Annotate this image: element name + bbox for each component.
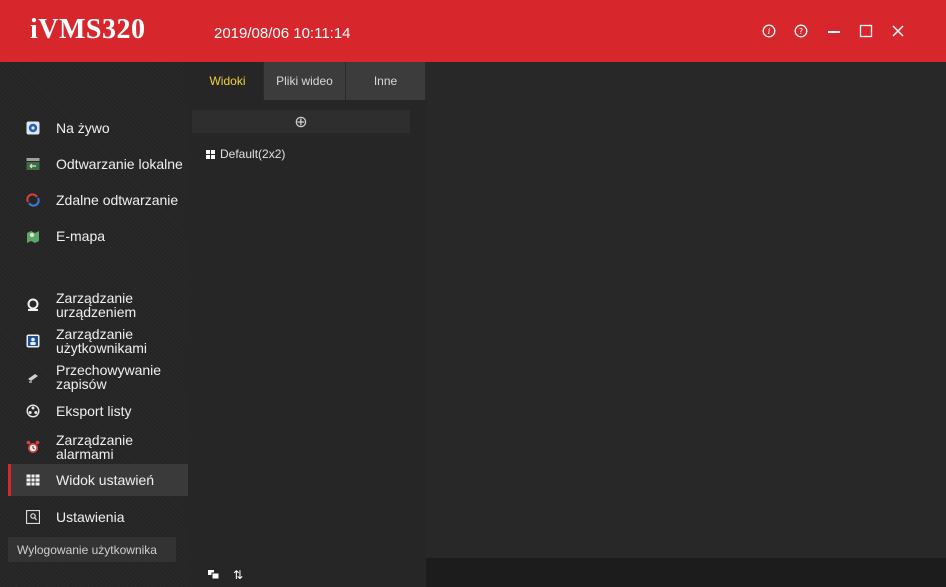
sidebar-item-label: Eksport listy: [56, 403, 132, 419]
live-view-icon: [26, 121, 40, 135]
minimize-icon[interactable]: [823, 20, 845, 42]
sidebar-item-label: Zarządzanie alarmami: [56, 432, 134, 462]
help-icon[interactable]: ?: [790, 20, 812, 42]
local-playback-icon: [26, 157, 40, 171]
tab-other[interactable]: Inne: [346, 62, 426, 100]
main-view-area: [426, 62, 946, 558]
emap-icon: [26, 229, 40, 243]
remote-playback-icon: [26, 193, 40, 207]
user-management-icon: [26, 334, 40, 348]
sidebar-item-label: E-mapa: [56, 228, 106, 244]
close-icon[interactable]: [887, 20, 909, 42]
sidebar-item-label: Widok ustawień: [56, 472, 155, 488]
maximize-icon[interactable]: [855, 20, 877, 42]
sidebar-item-label: Zarządzanie użytkownikami: [56, 326, 148, 356]
panel-tabs: Widoki Pliki wideo Inne: [192, 62, 426, 100]
tab-views[interactable]: Widoki: [192, 62, 264, 100]
sidebar-item-label: Ustawienia: [56, 509, 125, 525]
alarm-management-icon: [26, 440, 40, 454]
about-icon[interactable]: i: [758, 20, 780, 42]
export-list-icon: [26, 404, 40, 418]
sidebar-item-view-settings[interactable]: Widok ustawień: [8, 464, 188, 496]
sidebar-item-settings[interactable]: Ustawienia: [8, 504, 188, 530]
sidebar-item-label: Zarządzanie urządzeniem: [56, 290, 137, 320]
sidebar-item-device-management[interactable]: Zarządzanie urządzeniem: [8, 288, 188, 322]
sidebar-item-user-management[interactable]: Zarządzanie użytkownikami: [8, 324, 188, 358]
sidebar-item-label: Zdalne odtwarzanie: [56, 192, 179, 208]
sidebar-item-export-list[interactable]: Eksport listy: [8, 398, 188, 424]
window-layout-icon[interactable]: [208, 568, 220, 582]
status-bar: [426, 558, 946, 587]
title-bar: iVMS320 2019/08/06 10:11:14 i ?: [0, 0, 946, 62]
grid-2x2-icon: [206, 149, 215, 159]
sidebar-item-record-storage[interactable]: Przechowywanie zapisów: [8, 360, 188, 394]
sidebar-item-emap[interactable]: E-mapa: [8, 223, 188, 249]
view-item-label: Default(2x2): [220, 147, 286, 161]
sidebar-item-remote-playback[interactable]: Zdalne odtwarzanie: [8, 187, 188, 213]
add-view-button[interactable]: ⊕: [192, 110, 410, 133]
device-management-icon: [26, 298, 40, 312]
svg-text:?: ?: [799, 27, 803, 36]
sidebar-item-local-playback[interactable]: Odtwarzanie lokalne: [8, 151, 188, 177]
sidebar-item-label: Odtwarzanie lokalne: [56, 156, 183, 172]
add-icon: ⊕: [294, 113, 308, 131]
sort-icon[interactable]: ⇅: [233, 568, 243, 582]
tab-video-files[interactable]: Pliki wideo: [264, 62, 346, 100]
settings-icon: [26, 510, 40, 524]
sidebar-item-label: Przechowywanie zapisów: [56, 362, 162, 392]
sidebar-item-label: Na żywo: [56, 120, 110, 136]
app-title: iVMS320: [30, 14, 146, 45]
view-panel: Widoki Pliki wideo Inne ⊕ Default(2x2) ⇅: [188, 62, 426, 587]
logout-button[interactable]: Wylogowanie użytkownika: [8, 537, 176, 562]
sidebar: Na żywo Odtwarzanie lokalne Zdalne odtwa…: [0, 62, 188, 587]
sidebar-item-alarm-management[interactable]: Zarządzanie alarmami: [8, 430, 188, 464]
view-settings-icon: [26, 473, 40, 487]
svg-text:i: i: [768, 27, 771, 36]
sidebar-item-live-view[interactable]: Na żywo: [8, 115, 188, 141]
record-storage-icon: [26, 370, 40, 384]
datetime-display: 2019/08/06 10:11:14: [214, 25, 351, 42]
view-list-item[interactable]: Default(2x2): [206, 147, 285, 161]
panel-toolbar: ⇅: [208, 568, 243, 582]
